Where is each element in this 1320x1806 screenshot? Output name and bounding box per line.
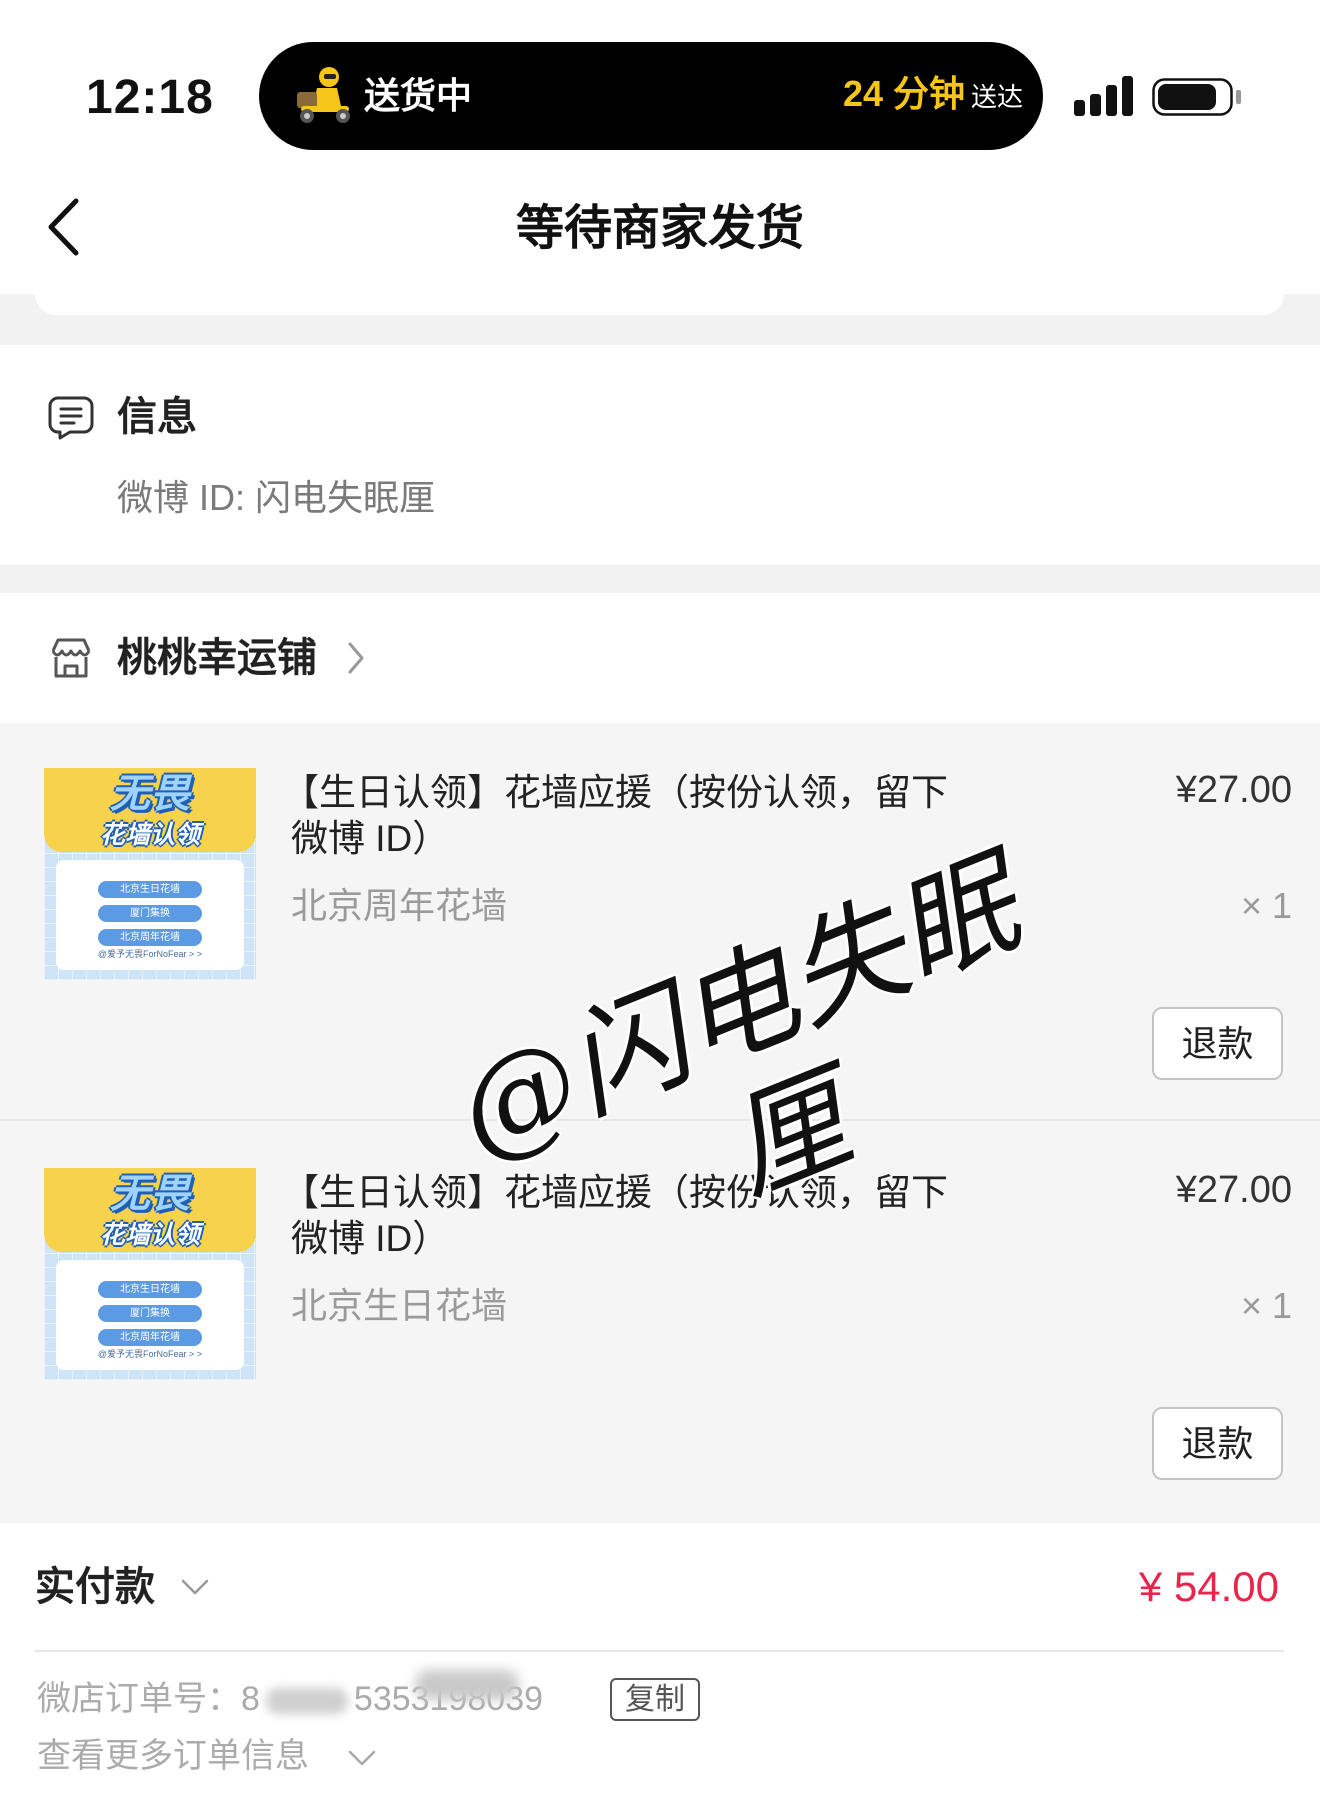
refund-button[interactable]: 退款 bbox=[1152, 1007, 1283, 1080]
shop-name[interactable]: 桃桃幸运铺 bbox=[117, 634, 317, 682]
item-variant: 北京生日花墙 bbox=[291, 1285, 508, 1326]
info-section bbox=[0, 345, 1320, 565]
copy-order-number-button[interactable]: 复制 bbox=[610, 1678, 700, 1721]
redaction-blur bbox=[265, 1688, 348, 1714]
more-order-info-link[interactable]: 查看更多订单信息 bbox=[37, 1735, 309, 1777]
chevron-down-icon[interactable] bbox=[347, 1749, 377, 1767]
redaction-blur bbox=[415, 1670, 519, 1700]
thumbnail-footer: @爱予无畏ForNoFear > > bbox=[97, 949, 203, 959]
thumbnail-pill: 厦门集换 bbox=[98, 905, 202, 922]
item-quantity: × 1 bbox=[1240, 1285, 1292, 1326]
product-thumbnail[interactable]: 无畏 花墙认领 北京生日花墙 厦门集换 北京周年花墙 @爱予无畏ForNoFea… bbox=[44, 768, 256, 980]
item-divider bbox=[0, 1119, 1320, 1121]
eta-value: 24 分钟 bbox=[842, 73, 965, 114]
product-thumbnail[interactable]: 无畏 花墙认领 北京生日花墙 厦门集换 北京周年花墙 @爱予无畏ForNoFea… bbox=[44, 1168, 256, 1380]
divider bbox=[35, 1650, 1284, 1652]
page-title: 等待商家发货 bbox=[515, 202, 804, 255]
thumbnail-tagline: 花墙认领 bbox=[99, 821, 200, 849]
refund-button[interactable]: 退款 bbox=[1152, 1407, 1283, 1480]
status-card-bottom bbox=[35, 294, 1284, 315]
item-title-line2[interactable]: 微博 ID） bbox=[291, 816, 449, 862]
info-note-icon bbox=[48, 396, 94, 440]
section-gap bbox=[0, 565, 1320, 593]
status-time: 12:18 bbox=[86, 71, 214, 124]
battery-icon bbox=[1152, 78, 1241, 116]
item-price: ¥27.00 bbox=[1175, 1169, 1292, 1211]
thumbnail-pill: 厦门集换 bbox=[98, 1305, 202, 1322]
info-heading: 信息 bbox=[117, 395, 197, 439]
thumbnail-brand: 无畏 bbox=[110, 772, 190, 816]
delivery-scooter-icon bbox=[297, 67, 350, 123]
chevron-down-icon[interactable] bbox=[180, 1577, 210, 1597]
eta-suffix: 送达 bbox=[970, 82, 1023, 112]
item-title-line1[interactable]: 【生日认领】花墙应援（按份认领，留下 bbox=[282, 770, 948, 816]
amount-paid-label[interactable]: 实付款 bbox=[35, 1563, 155, 1611]
thumbnail-tagline: 花墙认领 bbox=[99, 1221, 200, 1249]
order-number-start: 8 bbox=[241, 1680, 260, 1718]
thumbnail-pill: 北京生日花墙 bbox=[98, 1281, 202, 1298]
thumbnail-pill: 北京周年花墙 bbox=[98, 1329, 202, 1346]
chevron-right-icon[interactable] bbox=[346, 640, 366, 676]
dynamic-island-delivery[interactable]: 送货中 24 分钟 送达 bbox=[259, 42, 1043, 150]
delivery-eta: 24 分钟 送达 bbox=[843, 72, 1023, 119]
amount-paid-value: ¥ 54.00 bbox=[1138, 1563, 1279, 1610]
item-variant: 北京周年花墙 bbox=[291, 885, 508, 926]
delivery-status-label: 送货中 bbox=[364, 75, 473, 116]
thumbnail-pill: 北京周年花墙 bbox=[98, 929, 202, 946]
store-icon bbox=[51, 638, 91, 678]
thumbnail-brand: 无畏 bbox=[110, 1172, 190, 1216]
item-quantity: × 1 bbox=[1240, 885, 1292, 926]
item-title-line2[interactable]: 微博 ID） bbox=[291, 1216, 449, 1262]
item-title-line1[interactable]: 【生日认领】花墙应援（按份认领，留下 bbox=[282, 1170, 948, 1216]
thumbnail-footer: @爱予无畏ForNoFear > > bbox=[97, 1349, 203, 1359]
signal-icon bbox=[1074, 76, 1133, 116]
thumbnail-pill: 北京生日花墙 bbox=[98, 881, 202, 898]
weibo-id-line: 微博 ID: 闪电失眠厘 bbox=[117, 477, 436, 518]
item-price: ¥27.00 bbox=[1175, 769, 1292, 811]
order-number-label: 微店订单号： bbox=[37, 1680, 241, 1718]
